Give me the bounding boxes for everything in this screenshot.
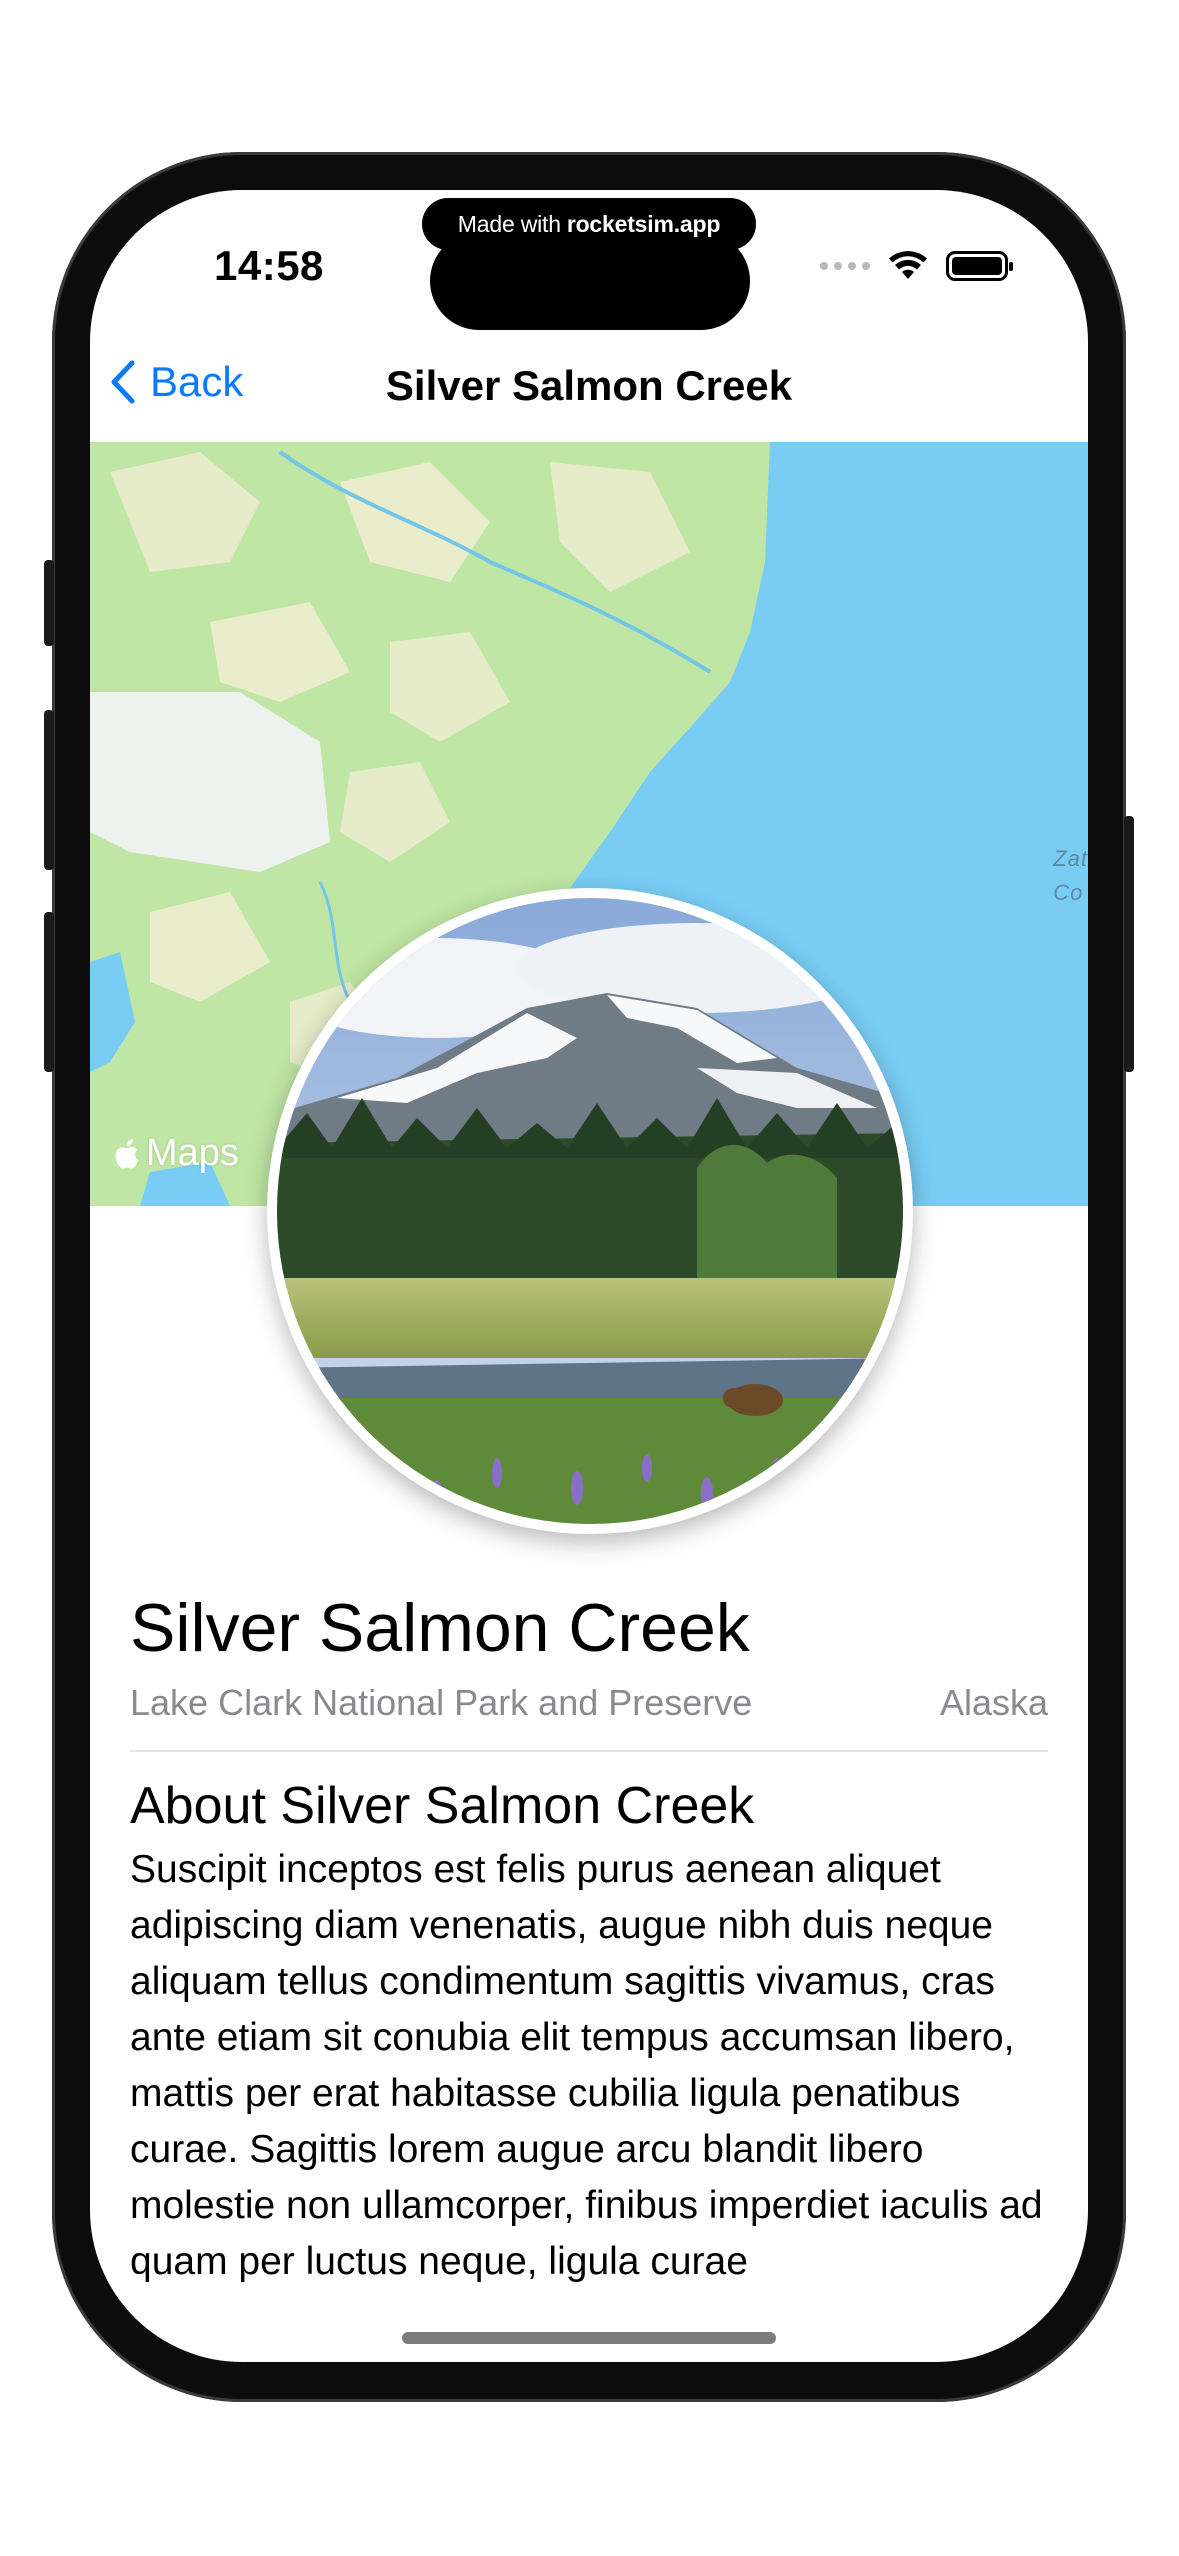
rocketsim-badge: Made with rocketsim.app bbox=[422, 198, 756, 250]
phone-screen: Made with rocketsim.app 14:58 Back Silve… bbox=[90, 190, 1088, 2362]
navigation-bar: Back Silver Salmon Creek bbox=[90, 340, 1088, 430]
landmark-image bbox=[277, 898, 903, 1524]
landmark-description: Suscipit inceptos est felis purus aenean… bbox=[130, 1848, 1043, 2283]
badge-prefix: Made with bbox=[457, 210, 561, 237]
divider bbox=[130, 1750, 1048, 1752]
landmark-photo bbox=[267, 888, 913, 1534]
landmark-subtitle-row: Lake Clark National Park and Preserve Al… bbox=[130, 1682, 1048, 1724]
landmark-title: Silver Salmon Creek bbox=[130, 1590, 750, 1666]
maps-attribution-label: Maps bbox=[146, 1132, 239, 1174]
apple-logo-icon bbox=[115, 1138, 139, 1168]
volume-down-button bbox=[44, 912, 54, 1072]
action-button bbox=[44, 560, 54, 646]
badge-brand: rocketsim.app bbox=[566, 210, 721, 237]
wifi-icon bbox=[889, 251, 927, 279]
status-indicators bbox=[820, 246, 1013, 286]
battery-icon bbox=[946, 251, 1013, 281]
park-name: Lake Clark National Park and Preserve bbox=[130, 1682, 753, 1723]
maps-attribution[interactable]: Maps bbox=[114, 1132, 239, 1175]
about-heading: About Silver Salmon Creek bbox=[130, 1777, 755, 1835]
home-indicator[interactable] bbox=[402, 2332, 776, 2344]
power-button bbox=[1124, 816, 1134, 1072]
landmark-details: Silver Salmon Creek Lake Clark National … bbox=[130, 1588, 1048, 2290]
volume-up-button bbox=[44, 710, 54, 870]
nav-title: Silver Salmon Creek bbox=[385, 362, 793, 409]
map-place-label: Zat Co bbox=[1053, 846, 1088, 905]
status-time: 14:58 bbox=[214, 242, 324, 289]
cellular-signal-icon bbox=[820, 262, 870, 270]
state-name: Alaska bbox=[939, 1682, 1048, 1723]
